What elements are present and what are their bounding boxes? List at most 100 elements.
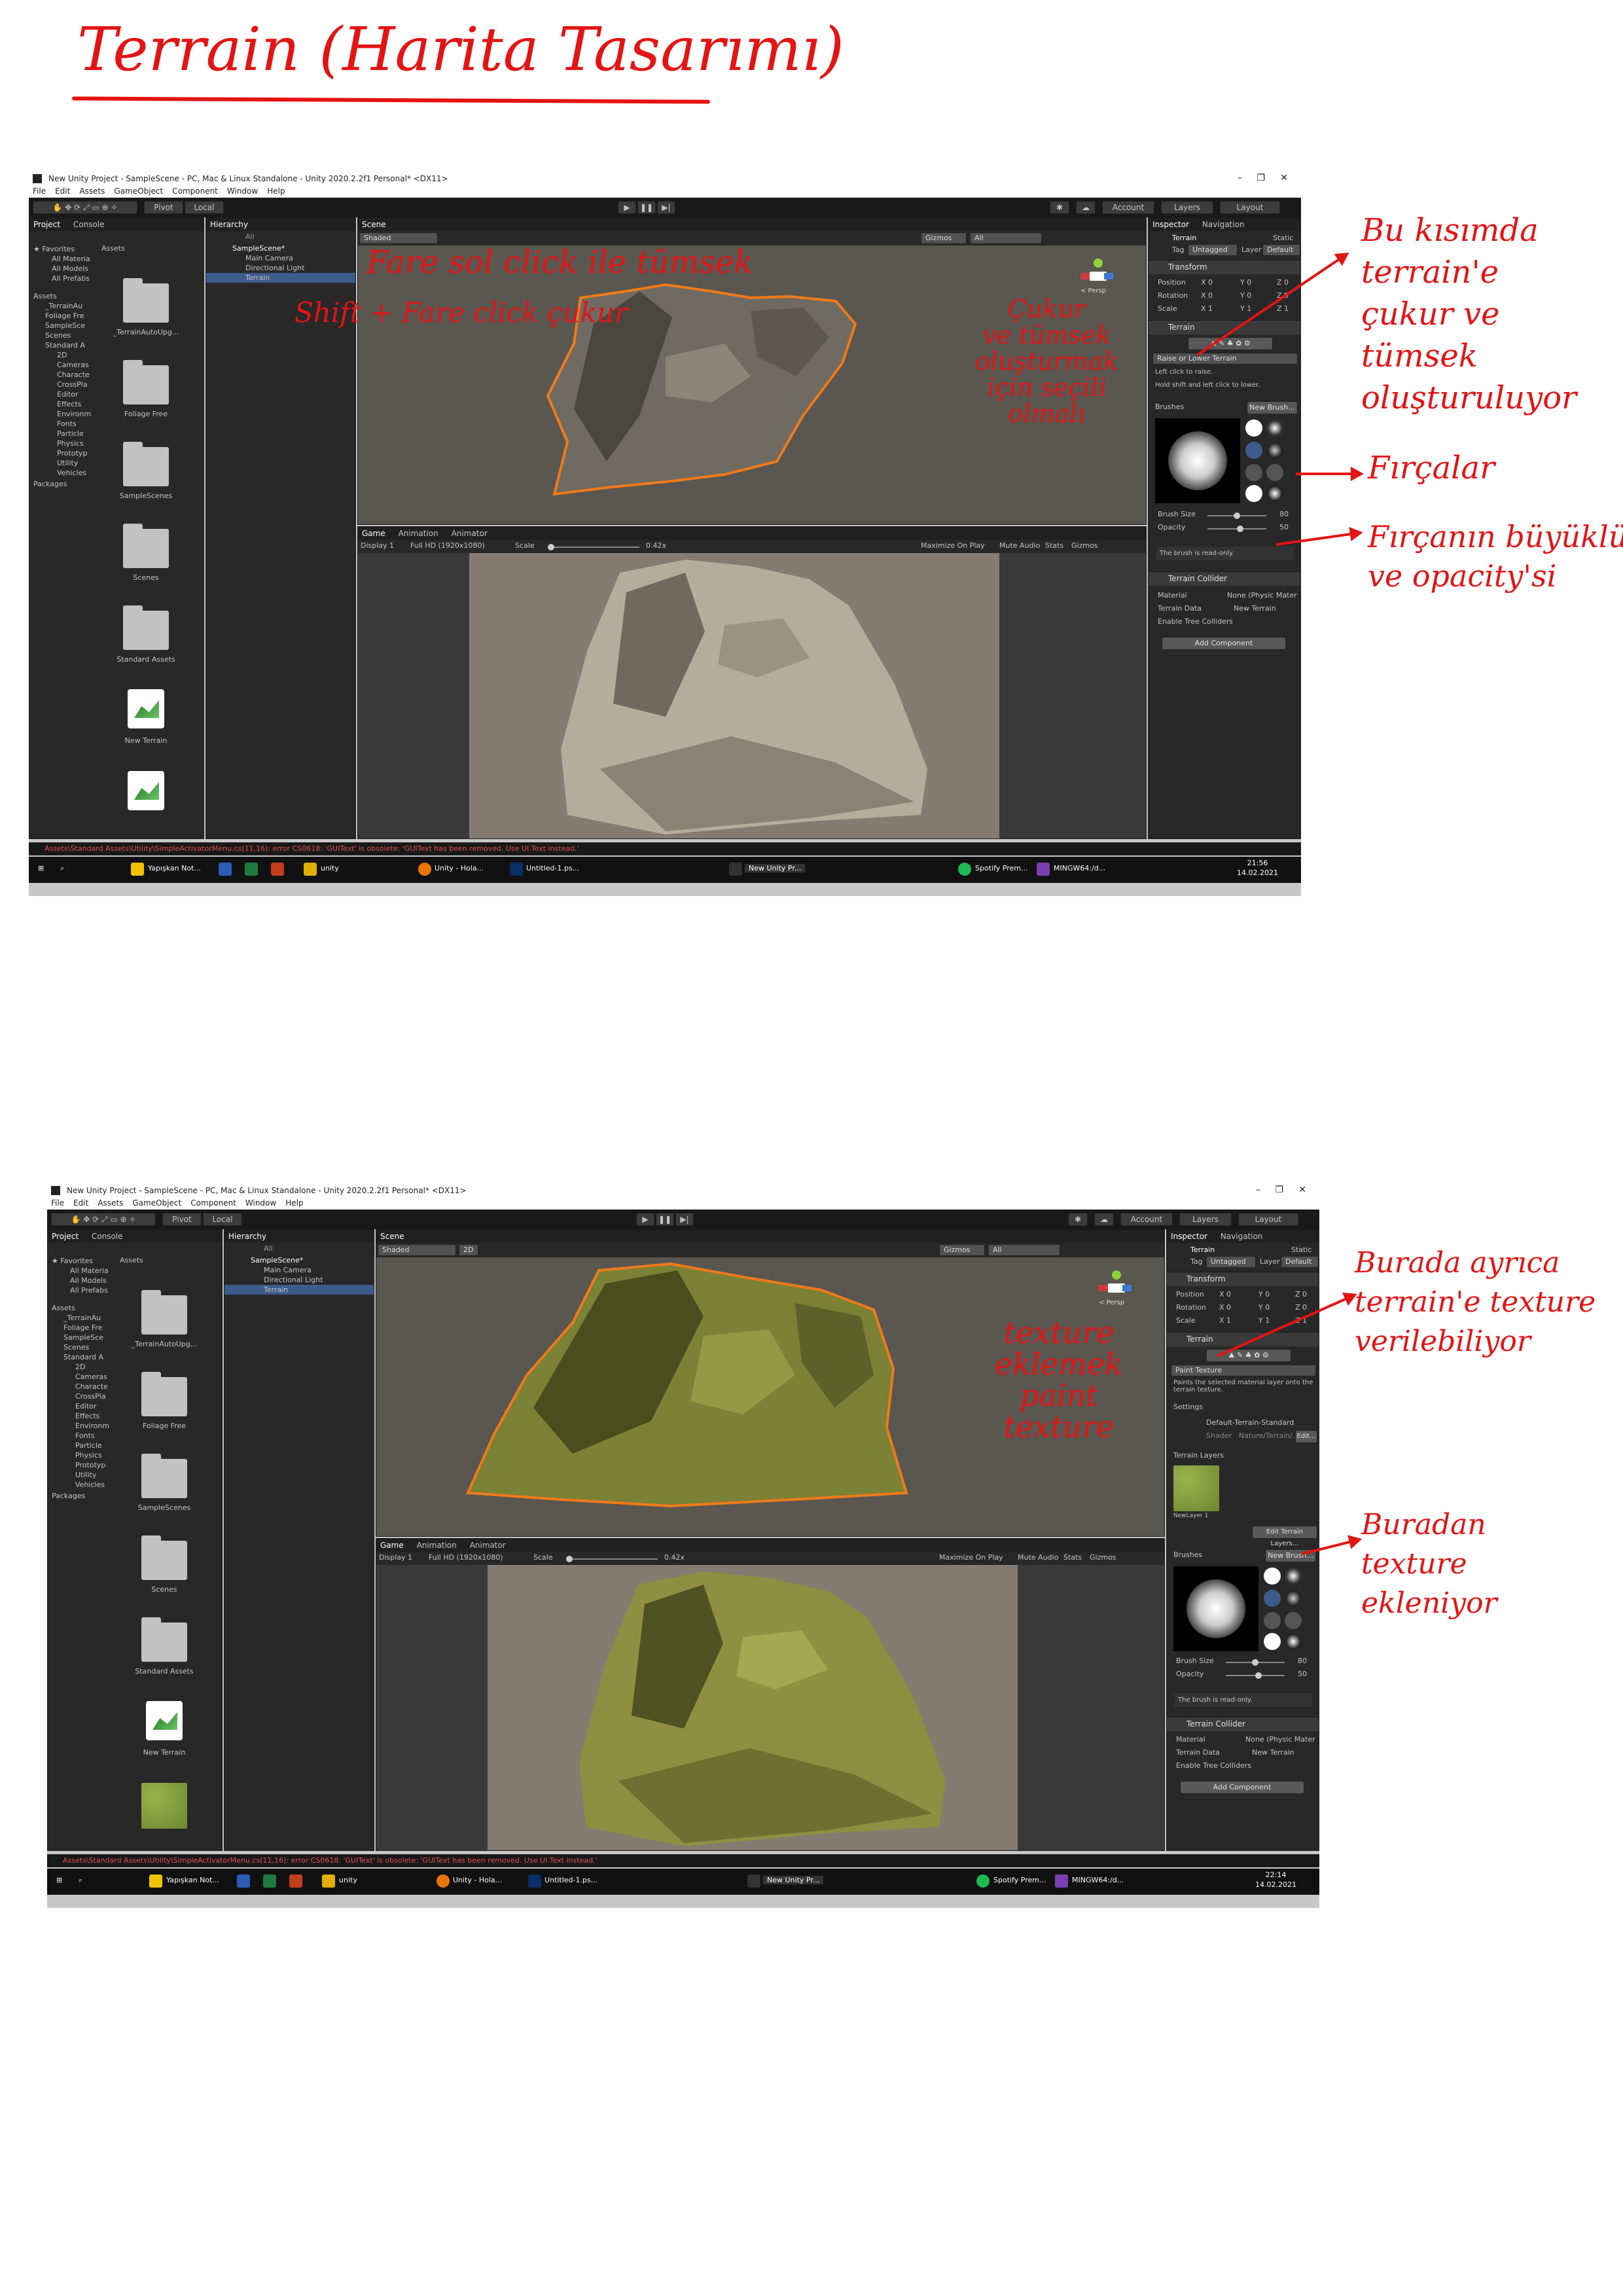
- search-icon[interactable]: ⌕: [60, 864, 64, 873]
- scale-slider[interactable]: [548, 544, 639, 550]
- minimize-icon[interactable]: –: [1238, 173, 1242, 183]
- tree-item[interactable]: Vehicles: [33, 468, 91, 478]
- tree-item[interactable]: Environm: [52, 1421, 109, 1431]
- tree-item[interactable]: Vehicles: [52, 1480, 109, 1490]
- rot-x[interactable]: X 0: [1219, 1303, 1231, 1312]
- terrain-asset-icon[interactable]: [128, 689, 164, 728]
- tree-item[interactable]: _TerrainAu: [33, 301, 91, 311]
- mingw-icon[interactable]: [1037, 863, 1050, 876]
- maximize-icon[interactable]: ❐: [1257, 173, 1265, 183]
- tab-hierarchy[interactable]: Hierarchy: [210, 220, 248, 229]
- menu-help[interactable]: Help: [285, 1198, 303, 1210]
- add-component-button[interactable]: Add Component: [1180, 1781, 1304, 1794]
- tree-item[interactable]: Particle: [33, 429, 91, 439]
- menu-component[interactable]: Component: [190, 1198, 236, 1210]
- tree-item[interactable]: Environm: [33, 409, 91, 419]
- scene-orientation-gizmo[interactable]: < Persp: [1099, 1270, 1138, 1316]
- taskbar-item[interactable]: Spotify Prem...: [975, 864, 1027, 872]
- terrain-asset-icon[interactable]: [146, 1701, 183, 1740]
- tab-project[interactable]: Project: [52, 1232, 79, 1241]
- unity-icon[interactable]: [747, 1874, 760, 1888]
- powerpoint-icon[interactable]: [271, 863, 284, 876]
- terrain-asset-icon[interactable]: [128, 771, 164, 810]
- gizmos-dropdown[interactable]: Gizmos: [939, 1244, 985, 1256]
- scale-x[interactable]: X 1: [1219, 1316, 1231, 1325]
- tree-item[interactable]: Prototyp: [52, 1460, 109, 1470]
- tree-item[interactable]: 2D: [33, 350, 91, 360]
- menu-file[interactable]: File: [51, 1198, 64, 1210]
- folder-icon[interactable]: [304, 863, 317, 876]
- menu-window[interactable]: Window: [227, 187, 258, 198]
- tab-animation[interactable]: Animation: [399, 529, 438, 538]
- pivot-button[interactable]: Pivot: [162, 1213, 202, 1226]
- folder-icon[interactable]: [123, 524, 169, 568]
- close-icon[interactable]: ✕: [1280, 173, 1288, 183]
- scale-y[interactable]: Y 1: [1258, 1316, 1270, 1325]
- tree-item[interactable]: Assets: [33, 291, 91, 301]
- tree-item[interactable]: Cameras: [52, 1372, 109, 1382]
- folder-icon[interactable]: [141, 1617, 187, 1662]
- menu-window[interactable]: Window: [245, 1198, 276, 1210]
- scale-y[interactable]: Y 1: [1240, 304, 1251, 313]
- tree-item[interactable]: Fonts: [52, 1431, 109, 1441]
- collider-header[interactable]: Terrain Collider: [1167, 1717, 1319, 1731]
- tab-hierarchy[interactable]: Hierarchy: [228, 1232, 266, 1241]
- firefox-icon[interactable]: [437, 1874, 450, 1888]
- tree-item[interactable]: Utility: [33, 458, 91, 468]
- tree-item[interactable]: ★ Favorites: [33, 244, 91, 254]
- tree-item[interactable]: All Models: [52, 1276, 109, 1285]
- tab-navigation[interactable]: Navigation: [1221, 1232, 1263, 1241]
- tree-item[interactable]: Foliage Fre: [33, 311, 91, 321]
- taskbar-item[interactable]: Yapışkan Not...: [166, 1876, 219, 1884]
- tree-item[interactable]: All Materia: [33, 254, 91, 264]
- display-dropdown[interactable]: Display 1: [361, 541, 394, 550]
- folder-icon[interactable]: [123, 360, 169, 404]
- rot-y[interactable]: Y 0: [1258, 1303, 1270, 1312]
- mute-audio[interactable]: Mute Audio: [1018, 1553, 1058, 1562]
- transform-tools[interactable]: ✋ ✥ ⟳ ⤢ ▭ ⊕ ✧: [51, 1213, 156, 1226]
- transform-header[interactable]: Transform: [1167, 1272, 1319, 1286]
- hierarchy-item[interactable]: Main Camera: [245, 254, 293, 262]
- brush-option[interactable]: [1264, 1612, 1281, 1629]
- menu-help[interactable]: Help: [267, 187, 285, 198]
- minimize-icon[interactable]: –: [1256, 1185, 1260, 1195]
- play-button[interactable]: ▶: [618, 201, 636, 214]
- tab-scene[interactable]: Scene: [380, 1232, 404, 1241]
- tab-game[interactable]: Game: [380, 1541, 404, 1550]
- play-button[interactable]: ▶: [636, 1213, 654, 1226]
- stats-toggle[interactable]: Stats: [1045, 541, 1063, 550]
- layers-dropdown[interactable]: Layers: [1161, 201, 1213, 214]
- tree-item[interactable]: Assets: [52, 1303, 109, 1313]
- tab-inspector[interactable]: Inspector: [1171, 1232, 1207, 1241]
- hierarchy-search[interactable]: All: [245, 232, 255, 241]
- sticky-notes-icon[interactable]: [131, 863, 144, 876]
- terrain-tool-dropdown[interactable]: Raise or Lower Terrain: [1152, 353, 1298, 365]
- game-gizmos[interactable]: Gizmos: [1071, 541, 1098, 550]
- tree-item[interactable]: _TerrainAu: [52, 1313, 109, 1323]
- tree-item[interactable]: Standard A: [52, 1352, 109, 1362]
- maximize-on-play[interactable]: Maximize On Play: [921, 541, 985, 550]
- menu-edit[interactable]: Edit: [55, 187, 70, 198]
- brush-size-slider[interactable]: [1207, 512, 1266, 519]
- tree-colliders-label[interactable]: Enable Tree Colliders: [1176, 1761, 1251, 1770]
- tree-item[interactable]: Prototyp: [33, 448, 91, 458]
- photoshop-icon[interactable]: [510, 863, 523, 876]
- terrain-layer-thumbnail[interactable]: [1173, 1465, 1219, 1511]
- tab-console[interactable]: Console: [73, 220, 105, 229]
- sticky-notes-icon[interactable]: [149, 1874, 162, 1888]
- taskbar-item[interactable]: Spotify Prem...: [993, 1876, 1046, 1884]
- taskbar-item[interactable]: MINGW64:/d...: [1054, 864, 1105, 872]
- console-error[interactable]: Assets\Standard Assets\Utility\SimpleAct…: [29, 842, 1301, 855]
- pos-z[interactable]: Z 0: [1295, 1290, 1307, 1299]
- photoshop-icon[interactable]: [528, 1874, 541, 1888]
- menu-assets[interactable]: Assets: [98, 1198, 123, 1210]
- word-icon[interactable]: [237, 1874, 250, 1888]
- taskbar-item[interactable]: Unity - Hola...: [453, 1876, 502, 1884]
- maximize-icon[interactable]: ❐: [1275, 1185, 1283, 1195]
- resolution-dropdown[interactable]: Full HD (1920x1080): [429, 1553, 503, 1562]
- excel-icon[interactable]: [263, 1874, 276, 1888]
- new-brush-button[interactable]: New Brush...: [1247, 401, 1298, 414]
- folder-icon[interactable]: [123, 605, 169, 650]
- tree-item[interactable]: Scenes: [33, 331, 91, 340]
- tab-animation[interactable]: Animation: [417, 1541, 457, 1550]
